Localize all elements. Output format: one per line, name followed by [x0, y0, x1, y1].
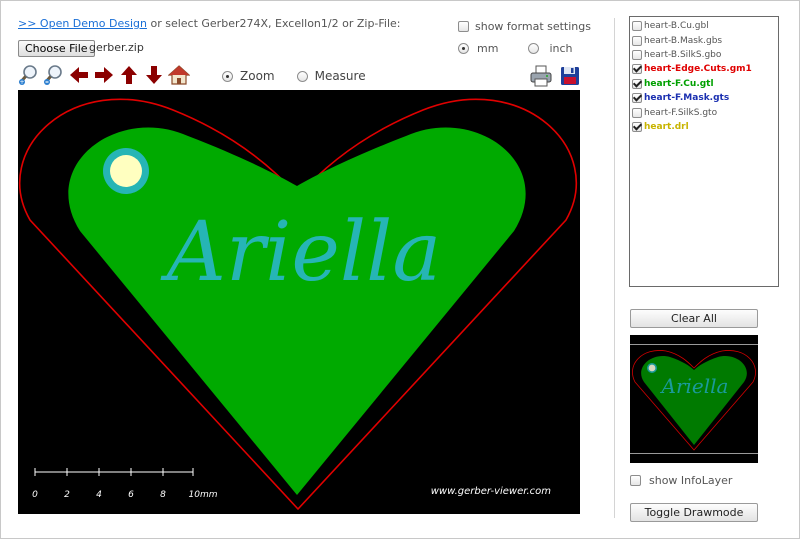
scale-bar: 0 2 4 6 8 10mm [32, 468, 218, 500]
mode-zoom-radio[interactable] [222, 70, 233, 82]
layer-checkbox[interactable] [632, 78, 642, 89]
infolayer-label: show InfoLayer [649, 474, 733, 487]
infolayer-toggle[interactable]: show InfoLayer [630, 474, 732, 487]
watermark: www.gerber-viewer.com [431, 486, 552, 497]
column-divider [614, 18, 615, 518]
layer-name: heart-F.SilkS.gto [644, 107, 718, 118]
layer-name: heart-F.Mask.gts [644, 93, 730, 104]
demo-instructions: or select Gerber274X, Excellon1/2 or Zip… [146, 17, 401, 30]
toggle-drawmode-button[interactable]: Toggle Drawmode [630, 503, 758, 522]
scale-label: 6 [128, 490, 134, 500]
layer-item[interactable]: heart-B.SilkS.gbo [632, 48, 778, 62]
layer-checkbox[interactable] [632, 49, 642, 60]
preview-board-text: Ariella [660, 374, 729, 398]
layer-list[interactable]: heart-B.Cu.gbl heart-B.Mask.gbs heart-B.… [629, 16, 779, 287]
mode-zoom-label: Zoom [240, 69, 275, 83]
scale-label: 10mm [189, 490, 218, 500]
preview-copper [641, 356, 747, 445]
infolayer-checkbox[interactable] [630, 475, 641, 486]
clear-all-button[interactable]: Clear All [630, 309, 758, 328]
format-settings-label: show format settings [475, 20, 591, 33]
layer-name: heart-B.Mask.gbs [644, 35, 723, 46]
mode-measure-label: Measure [314, 69, 366, 83]
choose-file-button[interactable]: Choose File [18, 40, 95, 57]
unit-inch-label: inch [549, 42, 573, 55]
unit-mm-radio[interactable] [458, 43, 469, 54]
layer-name: heart-Edge.Cuts.gm1 [644, 64, 752, 75]
board-preview: Ariella [630, 335, 758, 463]
floppy-disk-icon[interactable] [560, 66, 580, 86]
layer-checkbox[interactable] [632, 107, 642, 118]
arrow-right-icon[interactable] [93, 64, 115, 86]
arrow-down-icon[interactable] [143, 64, 165, 86]
mode-selector: Zoom Measure [222, 69, 388, 83]
layer-item[interactable]: heart-F.SilkS.gto [632, 105, 778, 119]
selected-file-name: gerber.zip [89, 41, 144, 54]
mode-measure-radio[interactable] [296, 70, 308, 82]
layer-item[interactable]: heart.drl [632, 120, 778, 134]
svg-text:+: + [19, 79, 24, 86]
layer-item[interactable]: heart-F.Mask.gts [632, 91, 778, 105]
gerber-canvas[interactable]: Ariella 0 2 4 6 8 10mm www.gerber-viewer… [18, 90, 580, 514]
unit-mm-label: mm [477, 42, 499, 55]
layer-item[interactable]: heart-B.Mask.gbs [632, 33, 778, 47]
open-demo-link[interactable]: >> Open Demo Design [18, 17, 147, 30]
format-settings-toggle[interactable]: show format settings [458, 20, 591, 33]
scale-label: 2 [64, 490, 70, 500]
arrow-left-icon[interactable] [68, 64, 90, 86]
arrow-up-icon[interactable] [118, 64, 140, 86]
layer-name: heart.drl [644, 121, 689, 132]
board-text: Ariella [160, 205, 442, 300]
preview-hole-drill [648, 364, 656, 372]
layer-name: heart-F.Cu.gtl [644, 78, 714, 89]
layer-checkbox[interactable] [632, 21, 642, 32]
layer-name: heart-B.SilkS.gbo [644, 49, 722, 60]
zoom-out-icon[interactable] [43, 64, 65, 86]
layer-item[interactable]: heart-F.Cu.gtl [632, 77, 778, 91]
layer-name: heart-B.Cu.gbl [644, 21, 709, 32]
unit-selector: mm inch [458, 42, 573, 55]
layer-checkbox[interactable] [632, 121, 642, 132]
view-toolbar: + [18, 64, 193, 86]
layer-checkbox[interactable] [632, 93, 642, 104]
layer-checkbox[interactable] [632, 64, 642, 75]
printer-icon[interactable] [530, 65, 552, 87]
mounting-hole-drill [110, 155, 142, 187]
layer-item[interactable]: heart-B.Cu.gbl [632, 19, 778, 33]
scale-label: 0 [32, 490, 38, 500]
layer-item[interactable]: heart-Edge.Cuts.gm1 [632, 62, 778, 76]
scale-label: 4 [96, 490, 102, 500]
layer-checkbox[interactable] [632, 35, 642, 46]
demo-line: >> Open Demo Design or select Gerber274X… [18, 17, 401, 30]
unit-inch-radio[interactable] [528, 43, 540, 54]
scale-label: 8 [160, 490, 166, 500]
format-settings-checkbox[interactable] [458, 21, 469, 32]
home-icon[interactable] [168, 64, 190, 86]
zoom-in-icon[interactable]: + [18, 64, 40, 86]
